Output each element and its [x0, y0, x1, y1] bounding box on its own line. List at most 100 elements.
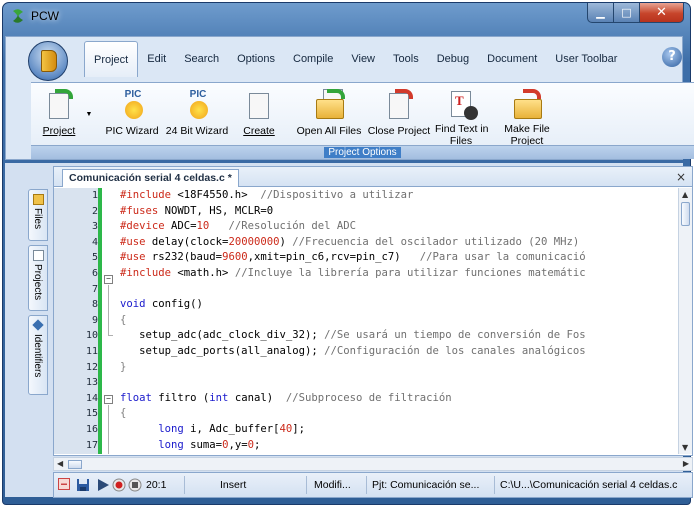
scroll-up-icon[interactable]: ▲: [682, 190, 688, 199]
line-number: 7: [91, 283, 98, 295]
tab-edit[interactable]: Edit: [138, 41, 175, 77]
create-icon: [243, 89, 275, 121]
title-bar[interactable]: PCW ▁ □ ✕: [3, 3, 690, 31]
line-number: 9: [91, 314, 98, 326]
code-editor[interactable]: #include <18F4550.h> //Dispositivo a uti…: [116, 188, 680, 454]
make-file-icon: [511, 89, 543, 121]
code-line[interactable]: #use delay(clock=20000000) //Frecuencia …: [120, 236, 579, 248]
tab-document[interactable]: Document: [478, 41, 546, 77]
side-tab-files[interactable]: Files: [28, 189, 48, 241]
scroll-down-icon[interactable]: ▼: [682, 443, 688, 452]
code-token: canal): [228, 391, 286, 404]
save-icon[interactable]: [76, 478, 90, 492]
line-number: 12: [85, 361, 98, 373]
minimize-pane-icon[interactable]: [58, 478, 70, 490]
code-line[interactable]: #fuses NOWDT, HS, MCLR=0: [120, 205, 273, 217]
code-token: rs232(baud=: [145, 251, 223, 264]
code-line[interactable]: {: [120, 314, 126, 326]
pic-wizard-button[interactable]: PIC PIC Wizard: [101, 83, 163, 145]
code-line[interactable]: #include <math.h> //Incluye la librería …: [120, 267, 586, 279]
code-token: //Dispositivo a utilizar: [260, 189, 414, 201]
record-icon[interactable]: [112, 478, 126, 492]
code-line[interactable]: long i, Adc_buffer[40];: [120, 423, 305, 435]
24-bit-wizard-button[interactable]: PIC 24 Bit Wizard: [163, 83, 231, 145]
folder-icon: [33, 194, 44, 205]
close-window-button[interactable]: ✕: [640, 3, 684, 23]
play-icon[interactable]: [96, 478, 110, 492]
help-button[interactable]: ?: [662, 47, 682, 67]
project-button[interactable]: Project: [35, 83, 83, 145]
tab-view[interactable]: View: [342, 41, 384, 77]
code-line[interactable]: #device ADC=10 //Resolución del ADC: [120, 220, 356, 232]
horizontal-scrollbar[interactable]: ◀ ▶: [53, 457, 693, 471]
code-token: 9600: [222, 251, 248, 264]
make-file-project-button[interactable]: Make File Project: [499, 83, 555, 147]
code-token: float: [120, 391, 152, 404]
vertical-scrollbar[interactable]: ▲ ▼: [678, 188, 692, 454]
find-text-icon: T: [445, 89, 478, 121]
code-token: i, Adc_buffer[: [183, 423, 280, 435]
code-line[interactable]: #include <18F4550.h> //Dispositivo a uti…: [120, 189, 413, 201]
cursor-position: 20:1: [146, 479, 167, 491]
code-token: #use: [120, 235, 146, 248]
dropdown-arrow-icon: ▼: [85, 111, 93, 118]
document-tab[interactable]: Comunicación serial 4 celdas.c *: [62, 169, 239, 187]
code-line[interactable]: setup_adc_ports(all_analog); //Configura…: [120, 345, 585, 357]
maximize-button[interactable]: □: [614, 3, 640, 23]
fold-toggle-config[interactable]: −: [104, 275, 113, 284]
tab-user-toolbar[interactable]: User Toolbar: [546, 41, 626, 77]
code-token: filtro (: [151, 391, 210, 404]
code-token: ): [279, 235, 293, 248]
code-token: config(): [145, 298, 203, 311]
fold-guide-end: [108, 335, 113, 336]
code-line[interactable]: setup_adc(adc_clock_div_32); //Se usará …: [120, 329, 586, 342]
code-token: //Se usará un tiempo de conversión de Fo…: [324, 329, 586, 342]
line-number: 16: [85, 424, 98, 435]
close-document-icon[interactable]: ×: [676, 170, 686, 184]
close-project-button[interactable]: Close Project: [365, 83, 433, 145]
edit-mode: Insert: [220, 479, 247, 491]
line-number: 1: [91, 190, 98, 201]
code-token: #device: [120, 220, 165, 233]
ribbon-panel-project: Project ▼ PIC PIC Wizard PIC 24 Bit Wiza…: [31, 82, 694, 159]
close-icon: ✕: [656, 5, 667, 20]
code-line[interactable]: float filtro (int canal) //Subproceso de…: [120, 392, 452, 404]
project-dropdown[interactable]: ▼: [83, 107, 95, 121]
24-bit-wizard-icon: PIC: [181, 89, 213, 121]
tab-search[interactable]: Search: [175, 41, 228, 77]
create-button[interactable]: Create: [239, 83, 279, 145]
line-number: 17: [85, 439, 98, 451]
stop-icon[interactable]: [128, 478, 142, 492]
tab-tools[interactable]: Tools: [384, 41, 428, 77]
horizontal-scroll-thumb[interactable]: [68, 460, 82, 469]
open-all-files-button[interactable]: Open All Files: [293, 83, 365, 145]
file-path: C:\U...\Comunicación serial 4 celdas.c: [500, 479, 678, 491]
fold-toggle-filtro[interactable]: −: [104, 395, 113, 404]
code-line[interactable]: }: [120, 361, 126, 373]
code-line[interactable]: {: [120, 407, 126, 419]
code-token: long: [158, 423, 184, 435]
find-text-in-files-button[interactable]: T Find Text in Files: [435, 83, 489, 147]
vertical-scroll-thumb[interactable]: [681, 202, 690, 226]
scroll-right-icon[interactable]: ▶: [683, 459, 689, 468]
fold-guide: [108, 405, 109, 454]
code-token: void: [120, 298, 146, 311]
code-token: {: [120, 407, 127, 420]
side-tab-identifiers[interactable]: Identifiers: [28, 315, 48, 395]
scroll-left-icon[interactable]: ◀: [57, 459, 63, 468]
side-tab-projects[interactable]: Projects: [28, 245, 48, 311]
code-token: delay(clock=: [145, 235, 229, 248]
tab-compile[interactable]: Compile: [284, 41, 342, 77]
ribbon-tabs: Project Edit Search Options Compile View…: [84, 41, 626, 77]
tab-options[interactable]: Options: [228, 41, 284, 77]
application-menu-button[interactable]: [28, 41, 68, 81]
code-line[interactable]: #use rs232(baud=9600,xmit=pin_c6,rcv=pin…: [120, 251, 586, 263]
code-token: 40: [279, 423, 293, 435]
code-line[interactable]: long suma=0,y=0;: [120, 439, 260, 451]
tab-project[interactable]: Project: [84, 41, 139, 77]
tab-debug[interactable]: Debug: [428, 41, 478, 77]
modified-indicator: Modifi...: [314, 479, 351, 491]
code-line[interactable]: void config(): [120, 298, 203, 310]
minimize-button[interactable]: ▁: [587, 3, 614, 23]
